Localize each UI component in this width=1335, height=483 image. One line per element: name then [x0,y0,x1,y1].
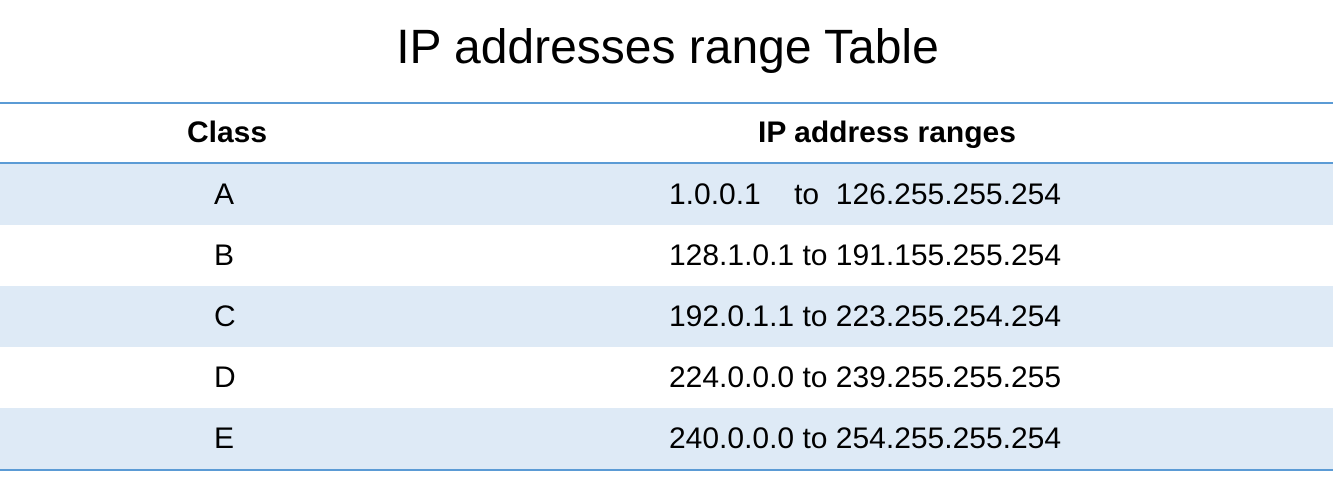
page-title: IP addresses range Table [396,21,939,74]
ip-range-table-container: Class IP address ranges A 1.0.0.1 to 126… [0,102,1333,471]
table-row: D 224.0.0.0 to 239.255.255.255 [0,347,1333,408]
table-row: A 1.0.0.1 to 126.255.255.254 [0,163,1333,225]
ip-range-table: Class IP address ranges A 1.0.0.1 to 126… [0,102,1333,471]
cell-class: C [214,299,236,333]
cell-class: D [214,360,236,394]
cell-ip-range: 224.0.0.0 to 239.255.255.255 [669,360,1062,394]
table-header: Class IP address ranges [0,103,1333,163]
cell-class: E [214,421,235,455]
cell-ip-range: 192.0.1.1 to 223.255.254.254 [669,299,1062,333]
header-row: Class IP address ranges [0,103,1333,163]
cell-ip-range: 240.0.0.0 to 254.255.255.254 [669,421,1062,455]
table-body: A 1.0.0.1 to 126.255.255.254 B 128.1.0.1… [0,163,1333,470]
cell-ip-range: 1.0.0.1 to 126.255.255.254 [669,177,1061,211]
header-class: Class [187,116,268,149]
table-row: E 240.0.0.0 to 254.255.255.254 [0,408,1333,470]
cell-class: B [214,238,235,272]
table-row: C 192.0.1.1 to 223.255.254.254 [0,286,1333,347]
cell-class: A [214,177,235,211]
table-row: B 128.1.0.1 to 191.155.255.254 [0,225,1333,286]
header-ip-address-ranges: IP address ranges [758,116,1016,149]
cell-ip-range: 128.1.0.1 to 191.155.255.254 [669,238,1062,272]
